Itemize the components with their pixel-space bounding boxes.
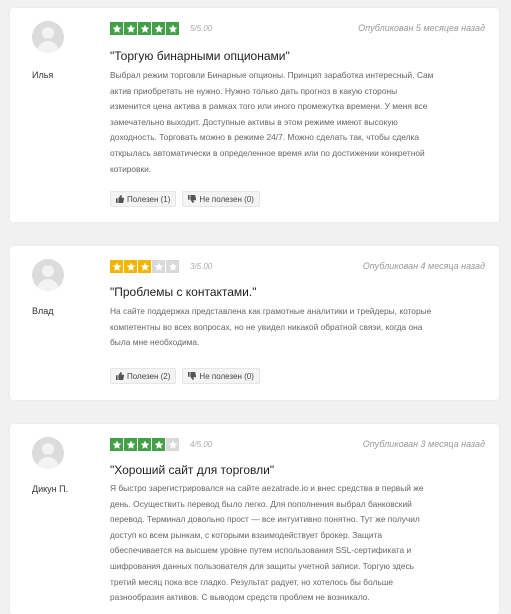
- rating-score: 3/5.00: [190, 262, 213, 271]
- review-title: "Торгую бинарными опционами": [110, 49, 290, 63]
- avatar: [32, 259, 64, 291]
- star-icon: [166, 260, 179, 273]
- star-icon: [124, 22, 137, 35]
- star-icon: [138, 260, 151, 273]
- rating-stars: [110, 438, 179, 451]
- author-name: Влад: [32, 306, 54, 316]
- vote-bar: Полезен (2) Не полезен (0): [110, 368, 260, 384]
- star-icon: [138, 438, 151, 451]
- star-icon: [124, 260, 137, 273]
- review-card-1: Илья 5/5.00 Опубликован 5 месяцев назад …: [10, 8, 499, 222]
- thumbs-down-icon: [188, 372, 197, 380]
- author-name: Дикун П.: [32, 484, 69, 494]
- review-title: "Проблемы с контактами.": [110, 285, 257, 299]
- review-title: "Хороший сайт для торговли": [110, 463, 275, 477]
- review-text: На сайте поддержка представлена как грам…: [110, 306, 432, 348]
- publish-date: Опубликован 5 месяцев назад: [358, 23, 485, 33]
- publish-date: Опубликован 4 месяца назад: [362, 261, 485, 271]
- star-icon: [124, 438, 137, 451]
- star-icon: [166, 438, 179, 451]
- thumbs-down-icon: [188, 195, 197, 203]
- review-card-3: Дикун П. 4/5.00 Опубликован 3 месяца наз…: [10, 424, 499, 614]
- thumbs-up-icon: [116, 372, 124, 380]
- star-icon: [138, 22, 151, 35]
- star-icon: [152, 22, 165, 35]
- star-icon: [110, 22, 123, 35]
- not-helpful-button[interactable]: Не полезен (0): [182, 368, 260, 384]
- rating-score: 5/5.00: [190, 24, 213, 33]
- helpful-button[interactable]: Полезен (1): [110, 191, 177, 207]
- thumbs-up-icon: [116, 195, 124, 203]
- review-card-2: Влад 3/5.00 Опубликован 4 месяца назад "…: [10, 246, 499, 400]
- avatar: [32, 21, 64, 53]
- star-icon: [152, 438, 165, 451]
- vote-bar: Полезен (1) Не полезен (0): [110, 191, 260, 207]
- star-icon: [110, 438, 123, 451]
- rating-stars: [110, 22, 179, 35]
- rating-stars: [110, 260, 179, 273]
- star-icon: [166, 22, 179, 35]
- star-icon: [152, 260, 165, 273]
- helpful-button[interactable]: Полезен (2): [110, 368, 177, 384]
- star-icon: [110, 260, 123, 273]
- not-helpful-button[interactable]: Не полезен (0): [182, 191, 260, 207]
- author-name: Илья: [32, 70, 54, 80]
- review-text: Выбрал режим торговли Бинарные опционы. …: [110, 70, 434, 174]
- rating-score: 4/5.00: [190, 440, 213, 449]
- avatar: [32, 437, 64, 469]
- review-text: Я быстро зарегистрировался на сайте aeza…: [110, 483, 424, 603]
- publish-date: Опубликован 3 месяца назад: [362, 439, 485, 449]
